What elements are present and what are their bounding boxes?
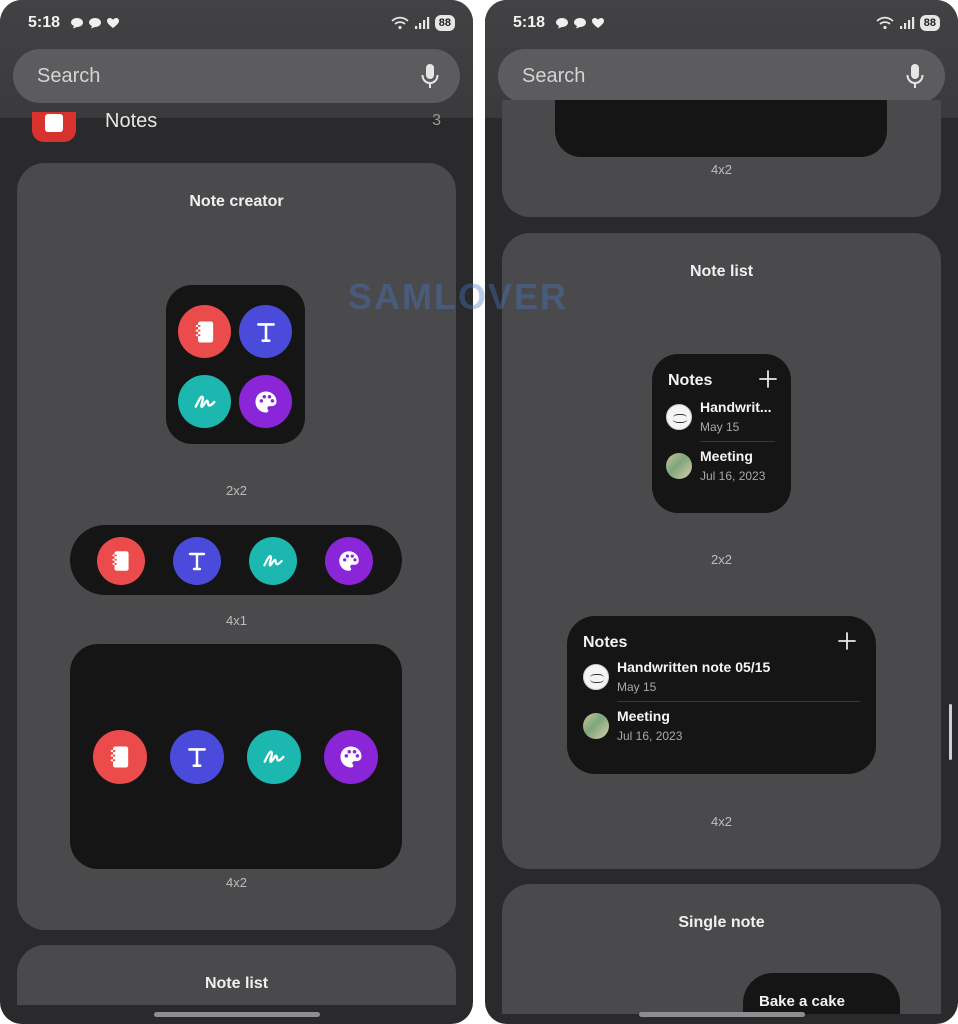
heart-icon xyxy=(591,17,605,29)
scrollbar[interactable] xyxy=(949,704,952,760)
search-bar[interactable]: Search xyxy=(13,49,460,103)
text-icon[interactable] xyxy=(173,537,221,585)
search-placeholder: Search xyxy=(37,65,101,87)
note-list-widget-2x2[interactable]: Notes Handwrit... May 15 Meeting Jul 16,… xyxy=(652,354,791,513)
wifi-icon xyxy=(876,16,894,30)
widget-header: Notes xyxy=(583,634,628,651)
note-icon[interactable] xyxy=(178,305,231,358)
chat-icon xyxy=(573,17,587,29)
chat-icon xyxy=(88,17,102,29)
widget-header: Notes xyxy=(668,372,713,389)
list-item[interactable]: Meeting Jul 16, 2023 xyxy=(666,448,777,492)
note-creator-card-partial: 4x2 xyxy=(502,100,941,217)
drawing-icon[interactable] xyxy=(178,375,231,428)
drawing-icon[interactable] xyxy=(249,537,297,585)
home-indicator[interactable] xyxy=(638,1012,805,1017)
chat-icon xyxy=(555,17,569,29)
size-label: 4x2 xyxy=(711,814,732,829)
note-creator-widget-4x2[interactable] xyxy=(70,644,402,869)
card-title: Single note xyxy=(678,914,765,931)
mic-icon[interactable] xyxy=(905,63,925,89)
note-date: Jul 16, 2023 xyxy=(700,469,766,483)
status-time: 5:18 xyxy=(513,14,546,31)
text-icon[interactable] xyxy=(239,305,292,358)
palette-icon[interactable] xyxy=(325,537,373,585)
divider xyxy=(700,441,775,442)
note-thumbnail xyxy=(666,453,692,479)
size-label: 4x2 xyxy=(711,162,732,177)
note-thumbnail xyxy=(666,404,692,430)
widget-count: 3 xyxy=(432,112,441,129)
note-title: Meeting xyxy=(700,448,753,464)
note-list-card: Note list xyxy=(17,945,456,1005)
search-placeholder: Search xyxy=(522,65,586,87)
palette-icon[interactable] xyxy=(324,730,378,784)
notes-app-icon xyxy=(32,112,76,142)
heart-icon xyxy=(106,17,120,29)
note-creator-widget-4x1[interactable] xyxy=(70,525,402,595)
wifi-icon xyxy=(391,16,409,30)
list-item[interactable]: Handwritten note 05/15 May 15 xyxy=(583,659,862,703)
status-bar: 5:18 88 xyxy=(513,12,940,34)
note-list-widget-4x2[interactable]: Notes Handwritten note 05/15 May 15 Meet… xyxy=(567,616,876,774)
note-date: May 15 xyxy=(617,680,657,694)
battery-indicator: 88 xyxy=(434,15,455,31)
list-item[interactable]: Meeting Jul 16, 2023 xyxy=(583,708,862,752)
divider xyxy=(617,701,860,702)
list-item[interactable]: Handwrit... May 15 xyxy=(666,399,777,443)
plus-icon[interactable] xyxy=(838,632,856,650)
single-note-widget[interactable]: Bake a cake xyxy=(743,973,900,1014)
note-creator-widget-4x2[interactable] xyxy=(555,100,887,157)
search-bar[interactable]: Search xyxy=(498,49,945,103)
watermark: SAMLOVER xyxy=(348,276,569,317)
note-thumbnail xyxy=(583,664,609,690)
status-time: 5:18 xyxy=(28,14,61,31)
drawing-icon[interactable] xyxy=(247,730,301,784)
note-date: May 15 xyxy=(700,420,740,434)
app-name: Notes xyxy=(105,110,158,132)
note-title: Meeting xyxy=(617,708,670,724)
size-label: 4x1 xyxy=(226,613,247,628)
battery-indicator: 88 xyxy=(919,15,940,31)
card-title: Note list xyxy=(204,975,269,992)
plus-icon[interactable] xyxy=(759,370,777,388)
note-creator-widget-2x2[interactable] xyxy=(166,285,305,444)
phone-screen-left: 5:18 88 Search Notes 3 Note creator 2x2 … xyxy=(0,0,473,1024)
signal-icon xyxy=(899,16,915,30)
home-indicator[interactable] xyxy=(153,1012,320,1017)
chat-icon xyxy=(70,17,84,29)
phone-screen-right: 5:18 88 Search 4x2 Note list Notes Handw… xyxy=(485,0,958,1024)
note-icon[interactable] xyxy=(97,537,145,585)
app-row-notes[interactable]: Notes 3 xyxy=(0,110,473,163)
signal-icon xyxy=(414,16,430,30)
note-thumbnail xyxy=(583,713,609,739)
note-title: Handwritten note 05/15 xyxy=(617,659,771,675)
status-bar: 5:18 88 xyxy=(28,12,455,34)
card-title: Note creator xyxy=(189,193,284,210)
note-title: Handwrit... xyxy=(700,399,772,415)
size-label: 4x2 xyxy=(226,875,247,890)
note-title: Bake a cake xyxy=(759,993,845,1010)
single-note-card: Single note Bake a cake xyxy=(502,884,941,1014)
text-icon[interactable] xyxy=(170,730,224,784)
mic-icon[interactable] xyxy=(420,63,440,89)
size-label: 2x2 xyxy=(226,483,247,498)
note-list-card: Note list Notes Handwrit... May 15 Meeti… xyxy=(502,233,941,869)
note-icon[interactable] xyxy=(93,730,147,784)
palette-icon[interactable] xyxy=(239,375,292,428)
size-label: 2x2 xyxy=(711,552,732,567)
note-date: Jul 16, 2023 xyxy=(617,729,683,743)
